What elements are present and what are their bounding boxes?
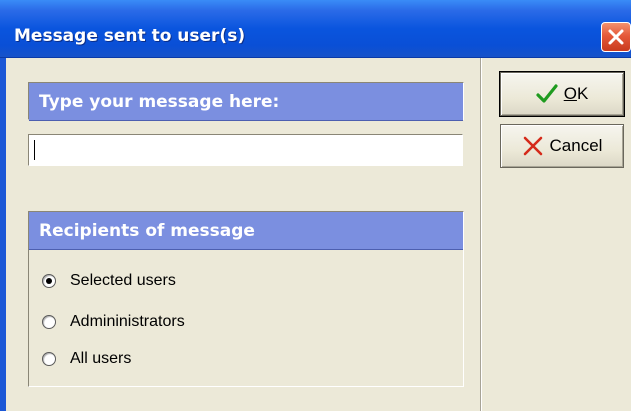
cancel-button[interactable]: Cancel — [500, 124, 624, 168]
message-group: Type your message here: — [28, 82, 464, 121]
radio-label-all-users: All users — [70, 350, 132, 367]
radio-administrators[interactable]: Admininistrators — [42, 313, 185, 331]
radio-label-selected-users: Selected users — [70, 272, 176, 289]
ok-label: OK — [564, 84, 589, 104]
message-group-header: Type your message here: — [29, 83, 463, 121]
radio-all-users[interactable]: All users — [42, 350, 131, 368]
radio-dot-icon — [46, 278, 52, 284]
dialog-window: Message sent to user(s) Type your messag… — [0, 0, 631, 411]
radio-button-unchecked[interactable] — [42, 352, 56, 366]
cancel-label: Cancel — [549, 136, 603, 155]
radio-button-checked[interactable] — [42, 274, 56, 288]
window-title: Message sent to user(s) — [14, 26, 246, 46]
cross-icon — [523, 136, 542, 156]
message-input[interactable] — [28, 134, 463, 166]
checkmark-icon — [536, 84, 558, 103]
ok-label-rest: K — [576, 84, 589, 103]
title-bar[interactable]: Message sent to user(s) — [0, 0, 631, 58]
radio-button-unchecked[interactable] — [42, 315, 56, 329]
ok-mnemonic: O — [563, 84, 577, 103]
ok-button[interactable]: OK — [499, 71, 625, 117]
radio-label-administrators: Admininistrators — [70, 313, 185, 330]
close-button[interactable] — [601, 22, 631, 52]
recipients-group-header: Recipients of message — [29, 212, 463, 250]
text-caret — [34, 140, 35, 160]
radio-selected-users[interactable]: Selected users — [42, 272, 176, 290]
close-icon — [608, 29, 624, 45]
